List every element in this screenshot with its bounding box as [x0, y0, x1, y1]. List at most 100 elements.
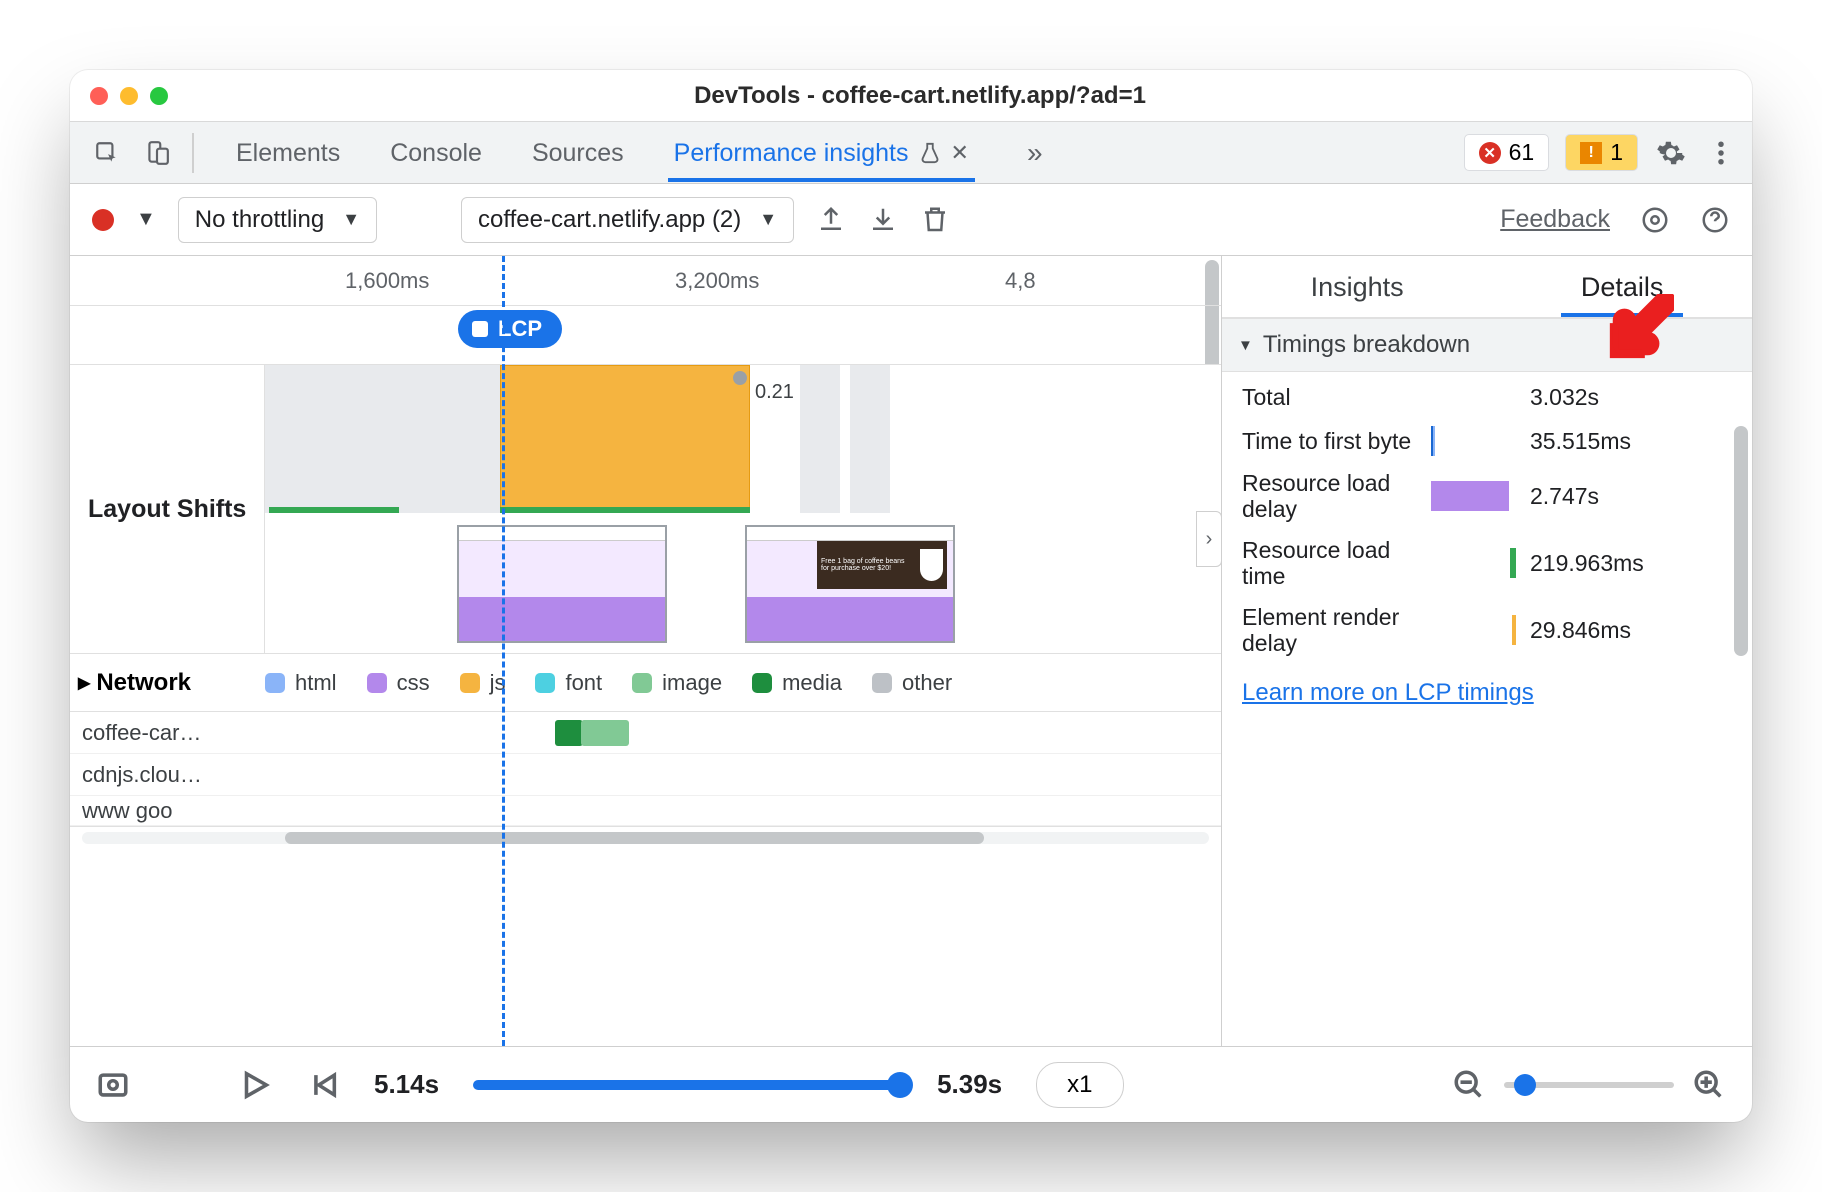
- window-title: DevTools - coffee-cart.netlify.app/?ad=1: [168, 82, 1672, 110]
- section-title: Timings breakdown: [1263, 331, 1470, 359]
- details-column: Insights Details ▼ Timings breakdown Tot…: [1222, 256, 1752, 1046]
- thumbnail-banner-text: Free 1 bag of coffee beans for purchase …: [821, 558, 914, 572]
- warning-icon: !: [1580, 142, 1602, 164]
- network-row-name: www goo: [70, 798, 265, 824]
- swatch-image: [632, 673, 652, 693]
- network-row[interactable]: www goo: [70, 796, 1221, 826]
- errors-badge[interactable]: ✕ 61: [1464, 134, 1550, 171]
- device-toolbar-icon[interactable]: [134, 130, 180, 176]
- errors-count: 61: [1509, 139, 1535, 166]
- metric-resource-load-delay: Resource load delay 2.747s: [1242, 470, 1732, 523]
- playhead-time: 5.14s: [374, 1069, 439, 1100]
- lcp-marker[interactable]: LCP: [458, 310, 562, 348]
- network-row[interactable]: cdnjs.clou…: [70, 754, 1221, 796]
- network-section-toggle[interactable]: ▶ Network: [70, 669, 265, 697]
- close-tab-icon[interactable]: ✕: [951, 140, 969, 166]
- swatch-css: [367, 673, 387, 693]
- horizontal-scrollbar[interactable]: [70, 826, 1221, 848]
- swatch-media: [752, 673, 772, 693]
- network-title: Network: [96, 669, 191, 697]
- lcp-label: LCP: [498, 316, 542, 342]
- zoom-slider[interactable]: [1504, 1082, 1674, 1088]
- metric-ttfb: Time to first byte 35.515ms: [1242, 426, 1732, 456]
- panel-tabs: Elements Console Sources Performance ins…: [230, 124, 1043, 182]
- caret-down-icon: ▼: [1238, 337, 1253, 354]
- layout-shifts-track[interactable]: 0.21 Free 1 bag of coffee beans for purc…: [265, 365, 1221, 653]
- swatch-js: [460, 673, 480, 693]
- warnings-badge[interactable]: ! 1: [1565, 134, 1638, 171]
- zoom-in-icon[interactable]: [1692, 1068, 1726, 1102]
- page-select-label: coffee-cart.netlify.app (2): [478, 206, 741, 234]
- record-menu-caret-icon[interactable]: ▼: [136, 208, 156, 231]
- playback-slider[interactable]: [473, 1080, 903, 1090]
- ruler-tick: 3,200ms: [675, 268, 759, 294]
- trash-icon[interactable]: [920, 205, 950, 235]
- learn-more-link[interactable]: Learn more on LCP timings: [1242, 679, 1534, 706]
- network-rows: coffee-car… cdnjs.clou… www goo: [70, 712, 1221, 826]
- main-pane: 1,600ms 3,200ms 4,8 LCP Layout Shifts: [70, 256, 1752, 1046]
- tab-performance-insights[interactable]: Performance insights ✕: [668, 124, 975, 182]
- network-row-name: coffee-car…: [70, 720, 265, 746]
- help-icon[interactable]: [1700, 205, 1730, 235]
- page-select[interactable]: coffee-cart.netlify.app (2) ▼: [461, 197, 794, 243]
- zoom-out-icon[interactable]: [1452, 1068, 1486, 1102]
- metric-resource-load-time: Resource load time 219.963ms: [1242, 537, 1732, 590]
- settings-icon[interactable]: [1654, 136, 1688, 170]
- network-row-name: cdnjs.clou…: [70, 762, 265, 788]
- throttling-select[interactable]: No throttling ▼: [178, 197, 377, 243]
- slider-knob[interactable]: [887, 1072, 913, 1098]
- perf-toolbar: ▼ No throttling ▼ coffee-cart.netlify.ap…: [70, 184, 1752, 256]
- ruler-tick: 4,8: [1005, 268, 1036, 294]
- network-header: ▶ Network html css js font image media o…: [70, 654, 1221, 712]
- zoom-knob[interactable]: [1514, 1074, 1536, 1096]
- side-tab-insights[interactable]: Insights: [1291, 258, 1424, 317]
- time-ruler[interactable]: 1,600ms 3,200ms 4,8: [70, 256, 1221, 306]
- import-icon[interactable]: [868, 205, 898, 235]
- side-scrollbar[interactable]: [1734, 426, 1748, 656]
- filmstrip-thumbnail[interactable]: [457, 525, 667, 643]
- metrics-list: Total 3.032s Time to first byte 35.515ms…: [1222, 372, 1752, 663]
- cls-value: 0.21: [755, 381, 794, 404]
- throttling-label: No throttling: [195, 206, 324, 234]
- close-window-button[interactable]: [90, 87, 108, 105]
- play-icon[interactable]: [238, 1068, 272, 1102]
- annotation-arrow-icon: [1604, 294, 1674, 364]
- timings-track: LCP: [70, 306, 1221, 364]
- swatch-html: [265, 673, 285, 693]
- ruler-tick: 1,600ms: [345, 268, 429, 294]
- more-menu-icon[interactable]: [1704, 136, 1738, 170]
- warnings-count: 1: [1610, 139, 1623, 166]
- playback-speed[interactable]: x1: [1036, 1062, 1123, 1108]
- cls-marker[interactable]: [733, 371, 747, 385]
- metric-total: Total 3.032s: [1242, 382, 1732, 412]
- title-bar: DevTools - coffee-cart.netlify.app/?ad=1: [70, 70, 1752, 122]
- minimize-window-button[interactable]: [120, 87, 138, 105]
- inspect-element-icon[interactable]: [84, 130, 130, 176]
- feedback-link[interactable]: Feedback: [1500, 205, 1610, 234]
- divider: [192, 133, 194, 173]
- filmstrip-thumbnail[interactable]: Free 1 bag of coffee beans for purchase …: [745, 525, 955, 643]
- network-row[interactable]: coffee-car…: [70, 712, 1221, 754]
- tab-console[interactable]: Console: [384, 124, 488, 182]
- devtools-tab-bar: Elements Console Sources Performance ins…: [70, 122, 1752, 184]
- timeline-column: 1,600ms 3,200ms 4,8 LCP Layout Shifts: [70, 256, 1222, 1046]
- network-legend: html css js font image media other: [265, 670, 1221, 696]
- side-tabs: Insights Details: [1222, 256, 1752, 318]
- maximize-window-button[interactable]: [150, 87, 168, 105]
- tab-sources[interactable]: Sources: [526, 124, 630, 182]
- swatch-font: [535, 673, 555, 693]
- caret-right-icon: ▶: [78, 673, 90, 693]
- panel-settings-icon[interactable]: [1640, 205, 1670, 235]
- stop-icon: [472, 321, 488, 337]
- more-tabs-icon[interactable]: »: [1027, 137, 1043, 169]
- chevron-down-icon: ▼: [759, 209, 777, 230]
- end-time: 5.39s: [937, 1069, 1002, 1100]
- traffic-lights: [90, 87, 168, 105]
- record-button[interactable]: [92, 209, 114, 231]
- pane-expand-handle[interactable]: ›: [1196, 511, 1222, 567]
- error-icon: ✕: [1479, 142, 1501, 164]
- rewind-start-icon[interactable]: [306, 1068, 340, 1102]
- export-icon[interactable]: [816, 205, 846, 235]
- toggle-preview-icon[interactable]: [96, 1068, 130, 1102]
- tab-elements[interactable]: Elements: [230, 124, 346, 182]
